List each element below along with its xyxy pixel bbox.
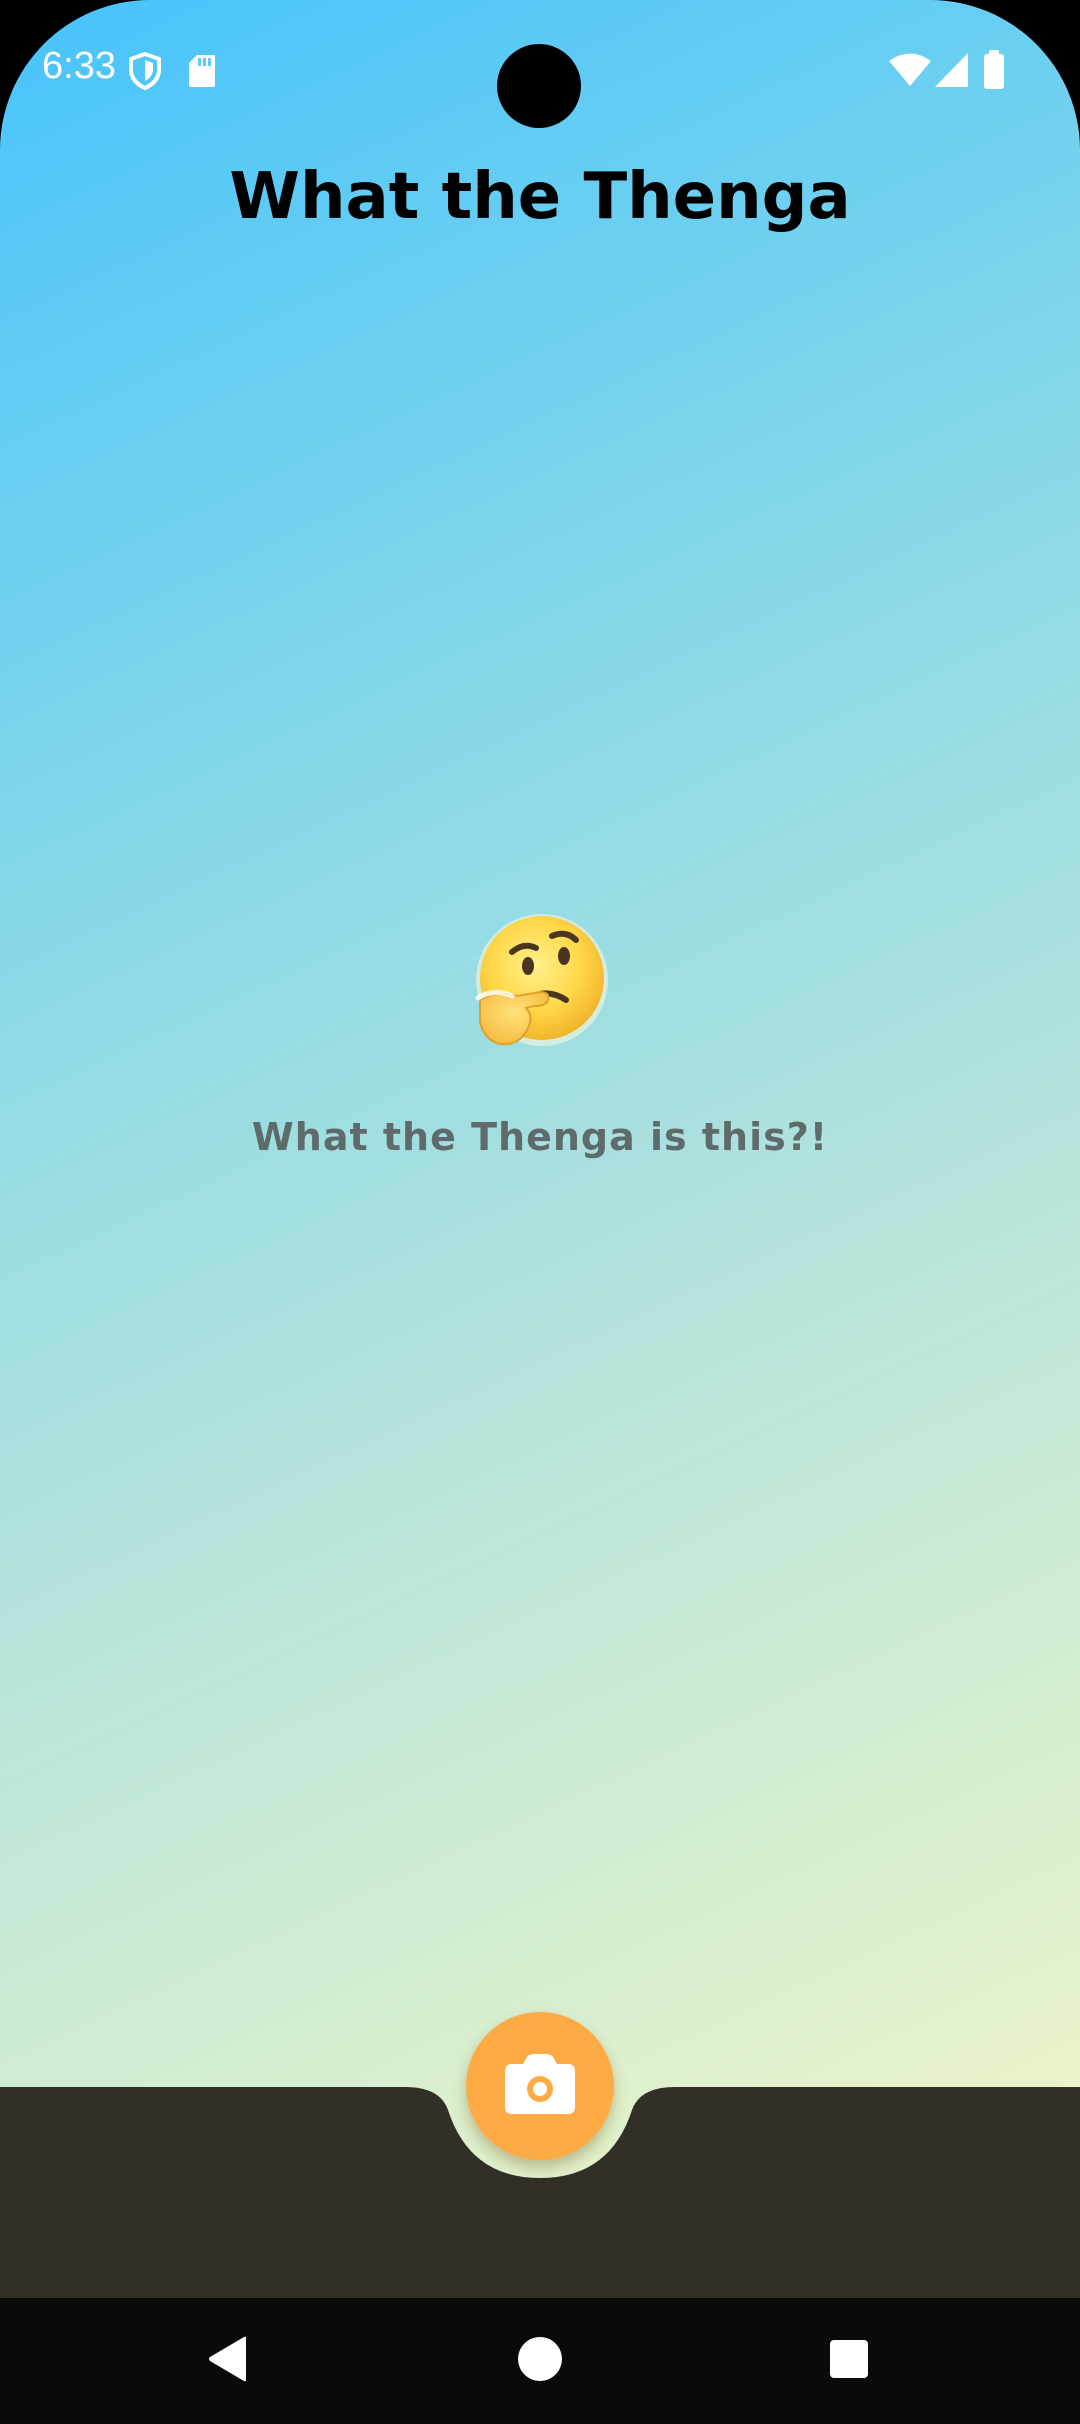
camera-button[interactable] <box>466 2012 614 2160</box>
thinking-face-icon <box>468 912 612 1056</box>
back-icon <box>206 2335 250 2388</box>
camera-cutout <box>497 44 581 128</box>
empty-state-message: What the Thenga is this?! <box>251 1115 829 1159</box>
home-button[interactable] <box>480 2298 600 2424</box>
app-screen: 6:33 What the Thenga What the Thenga is … <box>0 0 1080 2424</box>
status-time: 6:33 <box>42 45 116 87</box>
battery-icon <box>982 50 1006 95</box>
recents-icon <box>829 2339 869 2384</box>
camera-icon <box>504 2053 576 2120</box>
shield-icon <box>128 51 162 95</box>
app-title: What the Thenga <box>229 160 851 234</box>
system-nav-bar <box>0 2298 1080 2424</box>
back-button[interactable] <box>168 2298 288 2424</box>
sd-card-icon <box>188 54 216 93</box>
home-icon <box>517 2336 563 2387</box>
status-bar: 6:33 <box>0 0 1080 140</box>
signal-icon <box>934 52 970 93</box>
recents-button[interactable] <box>789 2298 909 2424</box>
wifi-icon <box>888 52 932 93</box>
